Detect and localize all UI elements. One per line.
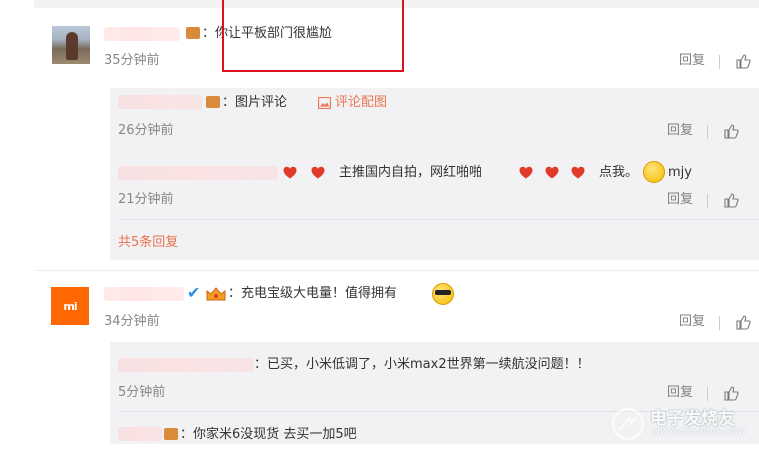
reply-button[interactable]: 回复 [679,52,705,70]
reply-text: 主推国内自拍，网红啪啪 [339,165,483,180]
heart-icon [519,166,533,179]
divider [719,316,720,330]
thumbs-up-icon[interactable] [735,53,751,69]
divider [719,55,720,69]
reply-time[interactable]: 26分钟前 [118,122,174,140]
image-comment-link[interactable]: 评论配图 [335,94,387,112]
smile-emoji-icon [643,161,665,183]
comment-feed: ：你让平板部门很尴尬 35分钟前 回复 ：图片评论 评论配图 26分钟前 回复 … [0,0,759,456]
heart-icon [545,166,559,179]
username-redacted[interactable] [118,95,202,109]
reply-button[interactable]: 回复 [667,122,693,140]
sunglasses-emoji-icon [432,283,454,305]
heart-icon [571,166,585,179]
reply-button[interactable]: 回复 [679,313,705,331]
watermark-url: www.elecfans.com [652,426,746,437]
reply-text: 点我。 [599,165,639,180]
comment-time[interactable]: 34分钟前 [104,313,160,331]
crown-badge-icon [206,287,226,301]
member-badge-icon [206,96,220,108]
reply-time[interactable]: 21分钟前 [118,191,174,209]
reply-text: ：你家米6没现货 去买一加5吧 [180,427,357,442]
thumbs-up-icon[interactable] [723,385,739,401]
reply-text: ：图片评论 [222,95,288,110]
reply-divider [118,219,759,220]
username-redacted[interactable] [104,27,180,41]
username-redacted[interactable] [118,427,162,441]
avatar-figure [66,32,78,60]
avatar[interactable]: mi [51,287,89,325]
comment-time[interactable]: 35分钟前 [104,52,160,70]
reply-button[interactable]: 回复 [667,191,693,209]
member-badge-icon [164,428,178,440]
comment-divider [34,270,759,271]
more-replies-link[interactable]: 共5条回复 [118,234,178,252]
username-redacted[interactable] [104,287,184,301]
comment-text: ：充电宝级大电量！值得拥有 [228,286,398,301]
member-badge-icon [186,27,200,39]
watermark: 电子发烧友 www.elecfans.com [606,402,756,446]
divider [707,125,708,139]
thumbs-up-icon[interactable] [723,123,739,139]
avatar-label: mi [63,299,77,313]
thumbs-up-icon[interactable] [723,192,739,208]
image-icon [318,97,331,109]
watermark-logo-icon [611,407,645,441]
highlight-box [222,0,404,72]
reply-text-suffix: mjy [668,165,692,180]
verified-check-icon: ✔ [187,283,201,302]
divider [707,194,708,208]
username-redacted[interactable] [118,358,254,372]
left-gutter [0,0,34,456]
avatar[interactable] [52,26,90,64]
username-redacted[interactable] [118,166,278,180]
thumbs-up-icon[interactable] [735,314,751,330]
heart-icon [283,166,297,179]
reply-text: ：已买，小米低调了，小米max2世界第一续航没问题！！ [254,357,590,372]
heart-icon [311,166,325,179]
reply-button[interactable]: 回复 [667,384,693,402]
reply-time[interactable]: 5分钟前 [118,384,165,402]
divider [707,387,708,401]
